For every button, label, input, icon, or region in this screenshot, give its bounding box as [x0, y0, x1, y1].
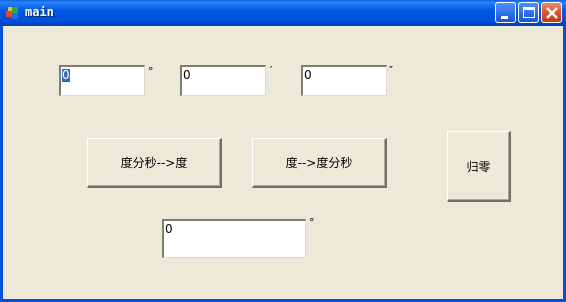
minutes-value: 0	[183, 68, 191, 82]
app-icon[interactable]	[5, 5, 21, 21]
window-frame-left	[0, 26, 3, 302]
maximize-icon[interactable]	[518, 2, 539, 23]
dms-to-degrees-label: 度分秒-->度	[120, 156, 188, 170]
minute-symbol: ′	[270, 64, 273, 77]
degrees-to-dms-button[interactable]: 度-->度分秒	[252, 138, 387, 188]
degree-symbol: °	[148, 65, 154, 78]
reset-label: 归零	[466, 159, 491, 174]
seconds-input[interactable]: 0	[301, 65, 387, 96]
minimize-icon[interactable]	[495, 2, 516, 23]
close-icon[interactable]	[541, 2, 562, 23]
window-title: main	[25, 5, 54, 19]
degrees-to-dms-label: 度-->度分秒	[285, 156, 353, 170]
result-input[interactable]: 0	[162, 219, 306, 258]
result-value: 0	[165, 222, 173, 236]
minutes-input[interactable]: 0	[180, 65, 266, 96]
dms-to-degrees-button[interactable]: 度分秒-->度	[87, 138, 222, 188]
degrees-value: 0	[62, 68, 70, 82]
reset-button[interactable]: 归零	[447, 131, 511, 202]
title-bar[interactable]: main	[0, 0, 566, 26]
seconds-value: 0	[304, 68, 312, 82]
degrees-input[interactable]: 0	[59, 65, 145, 96]
second-symbol: ″	[389, 64, 394, 77]
result-degree-symbol: °	[309, 216, 315, 229]
